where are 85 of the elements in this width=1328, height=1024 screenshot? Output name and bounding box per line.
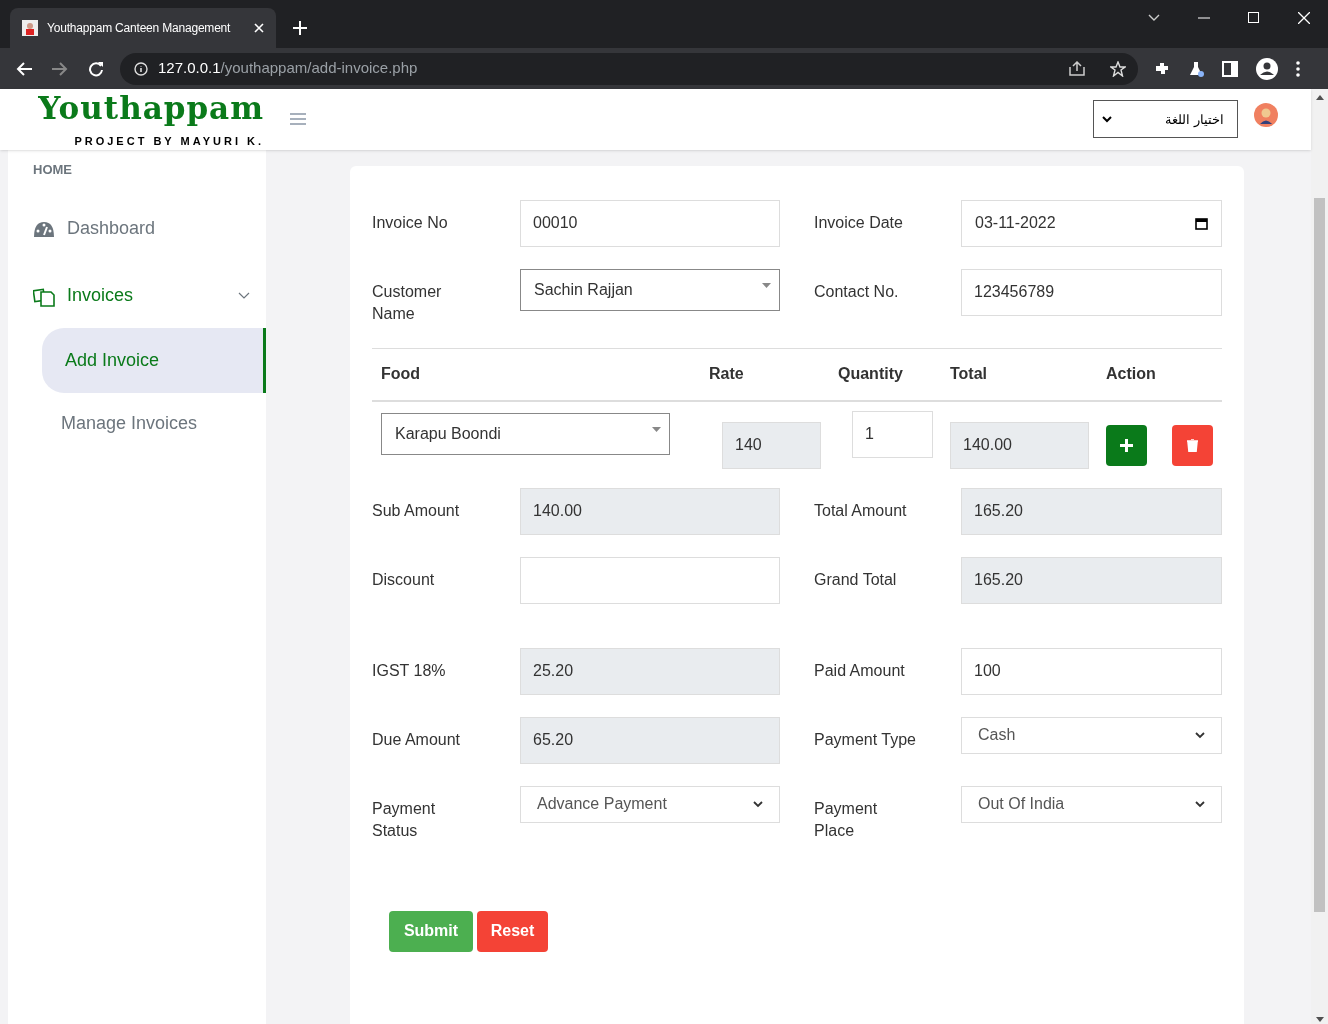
column-header: Food xyxy=(381,364,422,384)
field-label: Due Amount xyxy=(372,729,462,750)
column-header: Rate xyxy=(709,364,745,384)
tagline: PROJECT BY MAYURI K. xyxy=(74,134,264,149)
scroll-down-icon[interactable] xyxy=(1315,1017,1324,1022)
column-header: Action xyxy=(1106,364,1157,384)
field-label: Discount xyxy=(372,569,436,590)
field-label: Contact No. xyxy=(814,281,900,302)
calendar-icon[interactable] xyxy=(1195,216,1208,230)
sidebar-item[interactable]: Dashboard xyxy=(33,215,250,242)
info-icon[interactable] xyxy=(134,61,148,76)
field-label: Invoice Date xyxy=(814,212,904,233)
tab-title: Youthappam Canteen Management xyxy=(47,20,231,37)
back-icon[interactable] xyxy=(16,61,32,76)
language-select[interactable]: اختيار اللغة xyxy=(1093,100,1238,139)
field-label: IGST 18% xyxy=(372,660,447,681)
readonly-field[interactable]: 140.00 xyxy=(520,487,780,535)
avatar[interactable] xyxy=(1254,103,1278,128)
readonly-field[interactable]: 25.20 xyxy=(520,647,780,695)
select-field[interactable]: Sachin Rajjan xyxy=(520,268,780,311)
select-field[interactable]: Karapu Boondi xyxy=(381,412,670,455)
maximize-icon[interactable] xyxy=(1248,12,1260,24)
scroll-up-icon[interactable] xyxy=(1315,95,1324,100)
chevron-down-icon xyxy=(1195,800,1205,808)
field-label: Payment Place xyxy=(814,798,879,841)
reload-icon[interactable] xyxy=(88,60,104,77)
profile-icon[interactable] xyxy=(1256,57,1278,80)
sidebar-item[interactable]: Invoices xyxy=(33,282,250,309)
field-label: Sub Amount xyxy=(372,500,461,521)
caret-icon xyxy=(652,427,661,432)
section-heading: HOME xyxy=(33,160,73,179)
close-icon[interactable] xyxy=(254,23,264,33)
date-field[interactable]: 03-11-2022 xyxy=(961,199,1222,247)
select-field[interactable]: Out Of India xyxy=(961,785,1222,823)
forward-icon[interactable] xyxy=(52,61,68,76)
readonly-field[interactable]: 165.20 xyxy=(961,556,1222,604)
puzzle-icon[interactable] xyxy=(1154,60,1170,77)
logo: Youthappam xyxy=(38,89,264,127)
address-bar[interactable]: 127.0.0.1/youthappam/add-invoice.php xyxy=(120,52,1138,85)
share-icon[interactable] xyxy=(1069,61,1086,76)
submenu-item[interactable]: Manage Invoices xyxy=(61,391,266,456)
input-field[interactable] xyxy=(520,556,780,604)
url-text: 127.0.0.1/youthappam/add-invoice.php xyxy=(158,58,418,79)
column-header: Total xyxy=(950,364,989,384)
input-field[interactable]: 100 xyxy=(961,647,1222,695)
sidebar-icon[interactable] xyxy=(1222,60,1238,77)
add-row-button[interactable] xyxy=(1106,424,1147,466)
star-icon[interactable] xyxy=(1110,60,1126,77)
field-label: Customer Name xyxy=(372,281,443,324)
readonly-field[interactable]: 165.20 xyxy=(961,487,1222,535)
caret-icon xyxy=(762,283,771,288)
flask-icon[interactable] xyxy=(1188,60,1204,77)
trash-icon xyxy=(1187,438,1198,452)
readonly-field[interactable]: 65.20 xyxy=(520,716,780,764)
select-field[interactable]: Cash xyxy=(961,716,1222,754)
chevron-down-icon xyxy=(1195,731,1205,739)
new-tab-icon[interactable] xyxy=(293,21,307,35)
column-header: Quantity xyxy=(838,364,904,384)
menu-icon[interactable] xyxy=(1296,60,1300,77)
field-label: Invoice No xyxy=(372,212,449,233)
chevron-down-icon[interactable] xyxy=(1148,14,1160,22)
submenu-item[interactable]: Add Invoice xyxy=(42,328,266,393)
language-label: اختيار اللغة xyxy=(1165,110,1224,129)
field-label: Grand Total xyxy=(814,569,898,590)
select-field[interactable]: Advance Payment xyxy=(520,785,780,823)
input-field[interactable]: 123456789 xyxy=(961,268,1222,316)
field-label: Payment Status xyxy=(372,798,437,841)
scrollbar-thumb[interactable] xyxy=(1314,198,1325,912)
dashboard-icon xyxy=(33,219,55,238)
readonly-field[interactable]: 140.00 xyxy=(950,421,1089,469)
chevron-down-icon xyxy=(1102,115,1112,123)
scrollbar[interactable] xyxy=(1311,89,1328,1024)
input-field[interactable]: 00010 xyxy=(520,199,780,247)
field-label: Total Amount xyxy=(814,500,908,521)
chevron-down-icon xyxy=(753,800,763,808)
browser-tab[interactable]: Youthappam Canteen Management xyxy=(10,8,276,48)
readonly-field[interactable]: 140 xyxy=(722,421,821,469)
field-label: Paid Amount xyxy=(814,660,906,681)
delete-row-button[interactable] xyxy=(1172,424,1213,466)
plus-icon xyxy=(1120,438,1133,452)
favicon-icon xyxy=(22,20,38,36)
reset-button[interactable]: Reset xyxy=(477,910,548,952)
close-window-icon[interactable] xyxy=(1298,12,1310,24)
field-label: Payment Type xyxy=(814,729,917,750)
input-field[interactable]: 1 xyxy=(852,410,933,458)
